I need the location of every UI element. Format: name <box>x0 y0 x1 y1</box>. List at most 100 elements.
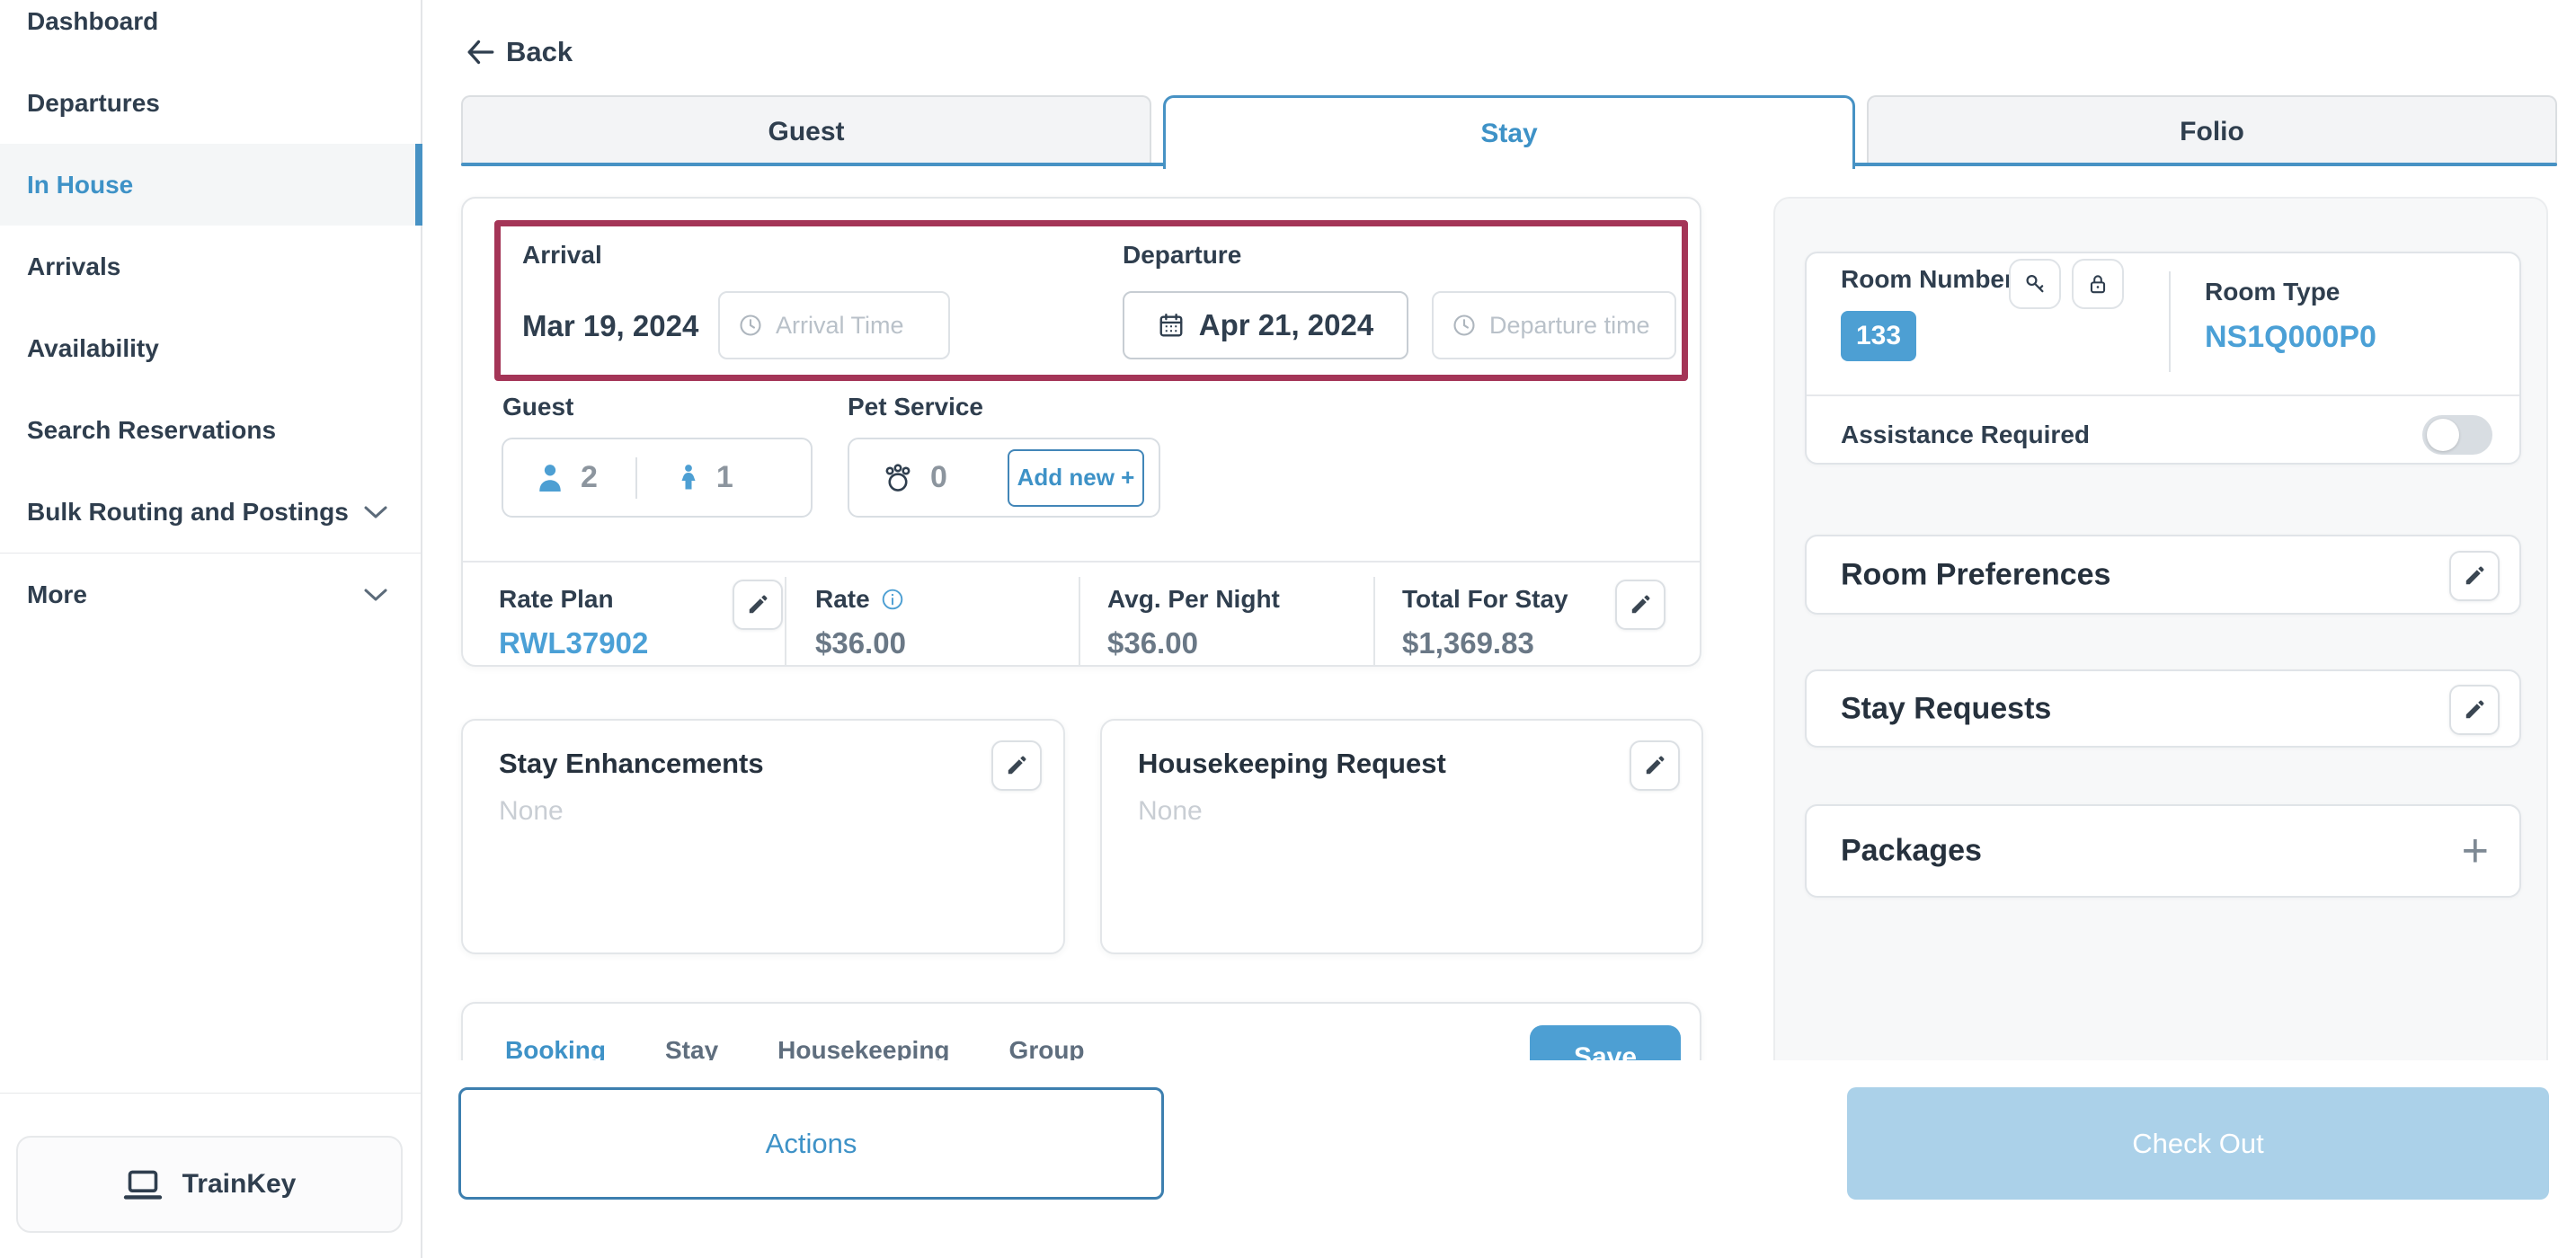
room-panel: Room Number 133 Room Type NS1Q000P0 A <box>1773 197 2548 1060</box>
booking-tab-bar: Booking Stay Housekeeping Group <box>505 1036 1085 1060</box>
guest-count-box[interactable]: 2 1 <box>502 438 813 518</box>
save-button[interactable]: Save <box>1530 1025 1681 1060</box>
check-out-button[interactable]: Check Out <box>1847 1087 2549 1200</box>
stay-enhancements-card: Stay Enhancements None <box>461 719 1065 954</box>
arrival-time-field[interactable] <box>776 312 930 340</box>
sidebar-item-bulk-routing[interactable]: Bulk Routing and Postings <box>0 471 421 553</box>
sidebar-item-availability[interactable]: Availability <box>0 307 421 389</box>
room-preferences-card: Room Preferences <box>1805 535 2521 615</box>
departure-time-input[interactable] <box>1432 291 1676 359</box>
pet-service-label: Pet Service <box>848 393 983 421</box>
back-label: Back <box>506 36 573 68</box>
key-button[interactable] <box>2009 259 2061 309</box>
divider <box>785 577 786 667</box>
pet-service-box: 0 Add new + <box>848 438 1160 518</box>
arrival-time-input[interactable] <box>718 291 950 359</box>
chevron-down-icon <box>363 504 388 520</box>
guest-label: Guest <box>502 393 573 421</box>
sidebar-item-label: In House <box>27 171 133 199</box>
departure-date-picker[interactable]: Apr 21, 2024 <box>1123 291 1408 359</box>
dates-highlight-box: Arrival Mar 19, 2024 Departure <box>494 220 1688 381</box>
sidebar: Dashboard Departures In House Arrivals A… <box>0 0 422 1258</box>
divider <box>1807 394 2519 396</box>
room-type-link[interactable]: NS1Q000P0 <box>2205 320 2376 355</box>
edit-total-button[interactable] <box>1615 580 1666 630</box>
main-content: Back Guest Stay Folio Arrival Mar 19, 20… <box>424 0 2576 1060</box>
clock-icon <box>1452 313 1477 338</box>
tab-guest[interactable]: Guest <box>461 95 1151 166</box>
divider <box>1373 577 1375 667</box>
lock-button[interactable] <box>2072 259 2124 309</box>
actions-button[interactable]: Actions <box>458 1087 1164 1200</box>
sidebar-item-label: Dashboard <box>27 7 158 36</box>
add-pet-button[interactable]: Add new + <box>1008 449 1144 507</box>
tab-booking[interactable]: Booking <box>505 1036 606 1060</box>
sidebar-item-dashboard[interactable]: Dashboard <box>0 0 421 62</box>
stay-enhancements-title: Stay Enhancements <box>499 748 764 780</box>
total-for-stay-value: $1,369.83 <box>1402 626 1534 660</box>
laptop-icon <box>123 1167 163 1201</box>
sidebar-item-label: More <box>27 580 87 609</box>
packages-title: Packages <box>1841 834 1982 869</box>
rate-value: $36.00 <box>815 626 906 660</box>
tab-group-sub[interactable]: Group <box>1009 1036 1085 1060</box>
room-preferences-title: Room Preferences <box>1841 557 2110 592</box>
rate-plan-label: Rate Plan <box>499 585 614 614</box>
tab-stay-sub[interactable]: Stay <box>665 1036 718 1060</box>
stay-requests-title: Stay Requests <box>1841 691 2051 726</box>
housekeeping-request-card: Housekeeping Request None <box>1100 719 1703 954</box>
sidebar-item-label: Search Reservations <box>27 416 276 445</box>
sidebar-item-arrivals[interactable]: Arrivals <box>0 226 421 307</box>
rate-label: Rate <box>815 585 904 614</box>
edit-stay-requests-button[interactable] <box>2449 685 2500 735</box>
divider <box>1079 577 1080 667</box>
departure-date: Apr 21, 2024 <box>1199 308 1373 342</box>
child-icon <box>675 463 702 493</box>
sidebar-item-label: Departures <box>27 89 160 118</box>
room-number-label: Room Number <box>1841 265 2014 294</box>
divider <box>463 561 1700 563</box>
chevron-down-icon <box>363 587 388 603</box>
total-for-stay-label: Total For Stay <box>1402 585 1568 614</box>
departure-label: Departure <box>1123 241 1241 270</box>
avg-per-night-value: $36.00 <box>1107 626 1198 660</box>
detail-tabs: Guest Stay Folio <box>461 95 2557 166</box>
sidebar-item-label: Availability <box>27 334 159 363</box>
avg-per-night-label: Avg. Per Night <box>1107 585 1280 614</box>
divider <box>635 457 637 499</box>
departure-time-field[interactable] <box>1489 312 1657 340</box>
back-button[interactable]: Back <box>466 36 573 68</box>
arrival-date: Mar 19, 2024 <box>522 309 698 343</box>
sidebar-item-label: Arrivals <box>27 252 120 281</box>
sidebar-nav: Dashboard Departures In House Arrivals A… <box>0 0 421 635</box>
assistance-required-label: Assistance Required <box>1841 421 2090 449</box>
sidebar-item-departures[interactable]: Departures <box>0 62 421 144</box>
adult-icon <box>534 462 566 494</box>
arrival-label: Arrival <box>522 241 602 270</box>
sidebar-item-search-reservations[interactable]: Search Reservations <box>0 389 421 471</box>
assistance-required-toggle[interactable] <box>2422 415 2492 455</box>
add-package-button[interactable]: + <box>2462 828 2489 874</box>
edit-housekeeping-request-button[interactable] <box>1630 740 1680 791</box>
toggle-knob <box>2427 419 2459 451</box>
room-number-card: Room Number 133 Room Type NS1Q000P0 A <box>1805 252 2521 465</box>
sidebar-item-more[interactable]: More <box>0 554 421 635</box>
edit-rate-plan-button[interactable] <box>733 580 783 630</box>
tab-stay[interactable]: Stay <box>1163 95 1855 169</box>
edit-stay-enhancements-button[interactable] <box>991 740 1042 791</box>
housekeeping-request-value: None <box>1138 796 1203 827</box>
child-count: 1 <box>716 460 733 495</box>
room-type-label: Room Type <box>2205 278 2340 306</box>
packages-card: Packages + <box>1805 804 2521 898</box>
sidebar-item-in-house[interactable]: In House <box>0 144 421 226</box>
rate-label-text: Rate <box>815 585 870 614</box>
info-icon[interactable] <box>881 588 904 611</box>
paw-icon <box>880 460 916 496</box>
trainkey-button[interactable]: TrainKey <box>16 1136 403 1233</box>
rate-plan-link[interactable]: RWL37902 <box>499 626 648 660</box>
room-number-badge[interactable]: 133 <box>1841 311 1916 361</box>
tab-folio[interactable]: Folio <box>1867 95 2557 166</box>
housekeeping-request-title: Housekeeping Request <box>1138 748 1446 780</box>
edit-room-preferences-button[interactable] <box>2449 551 2500 601</box>
tab-housekeeping-sub[interactable]: Housekeeping <box>777 1036 949 1060</box>
